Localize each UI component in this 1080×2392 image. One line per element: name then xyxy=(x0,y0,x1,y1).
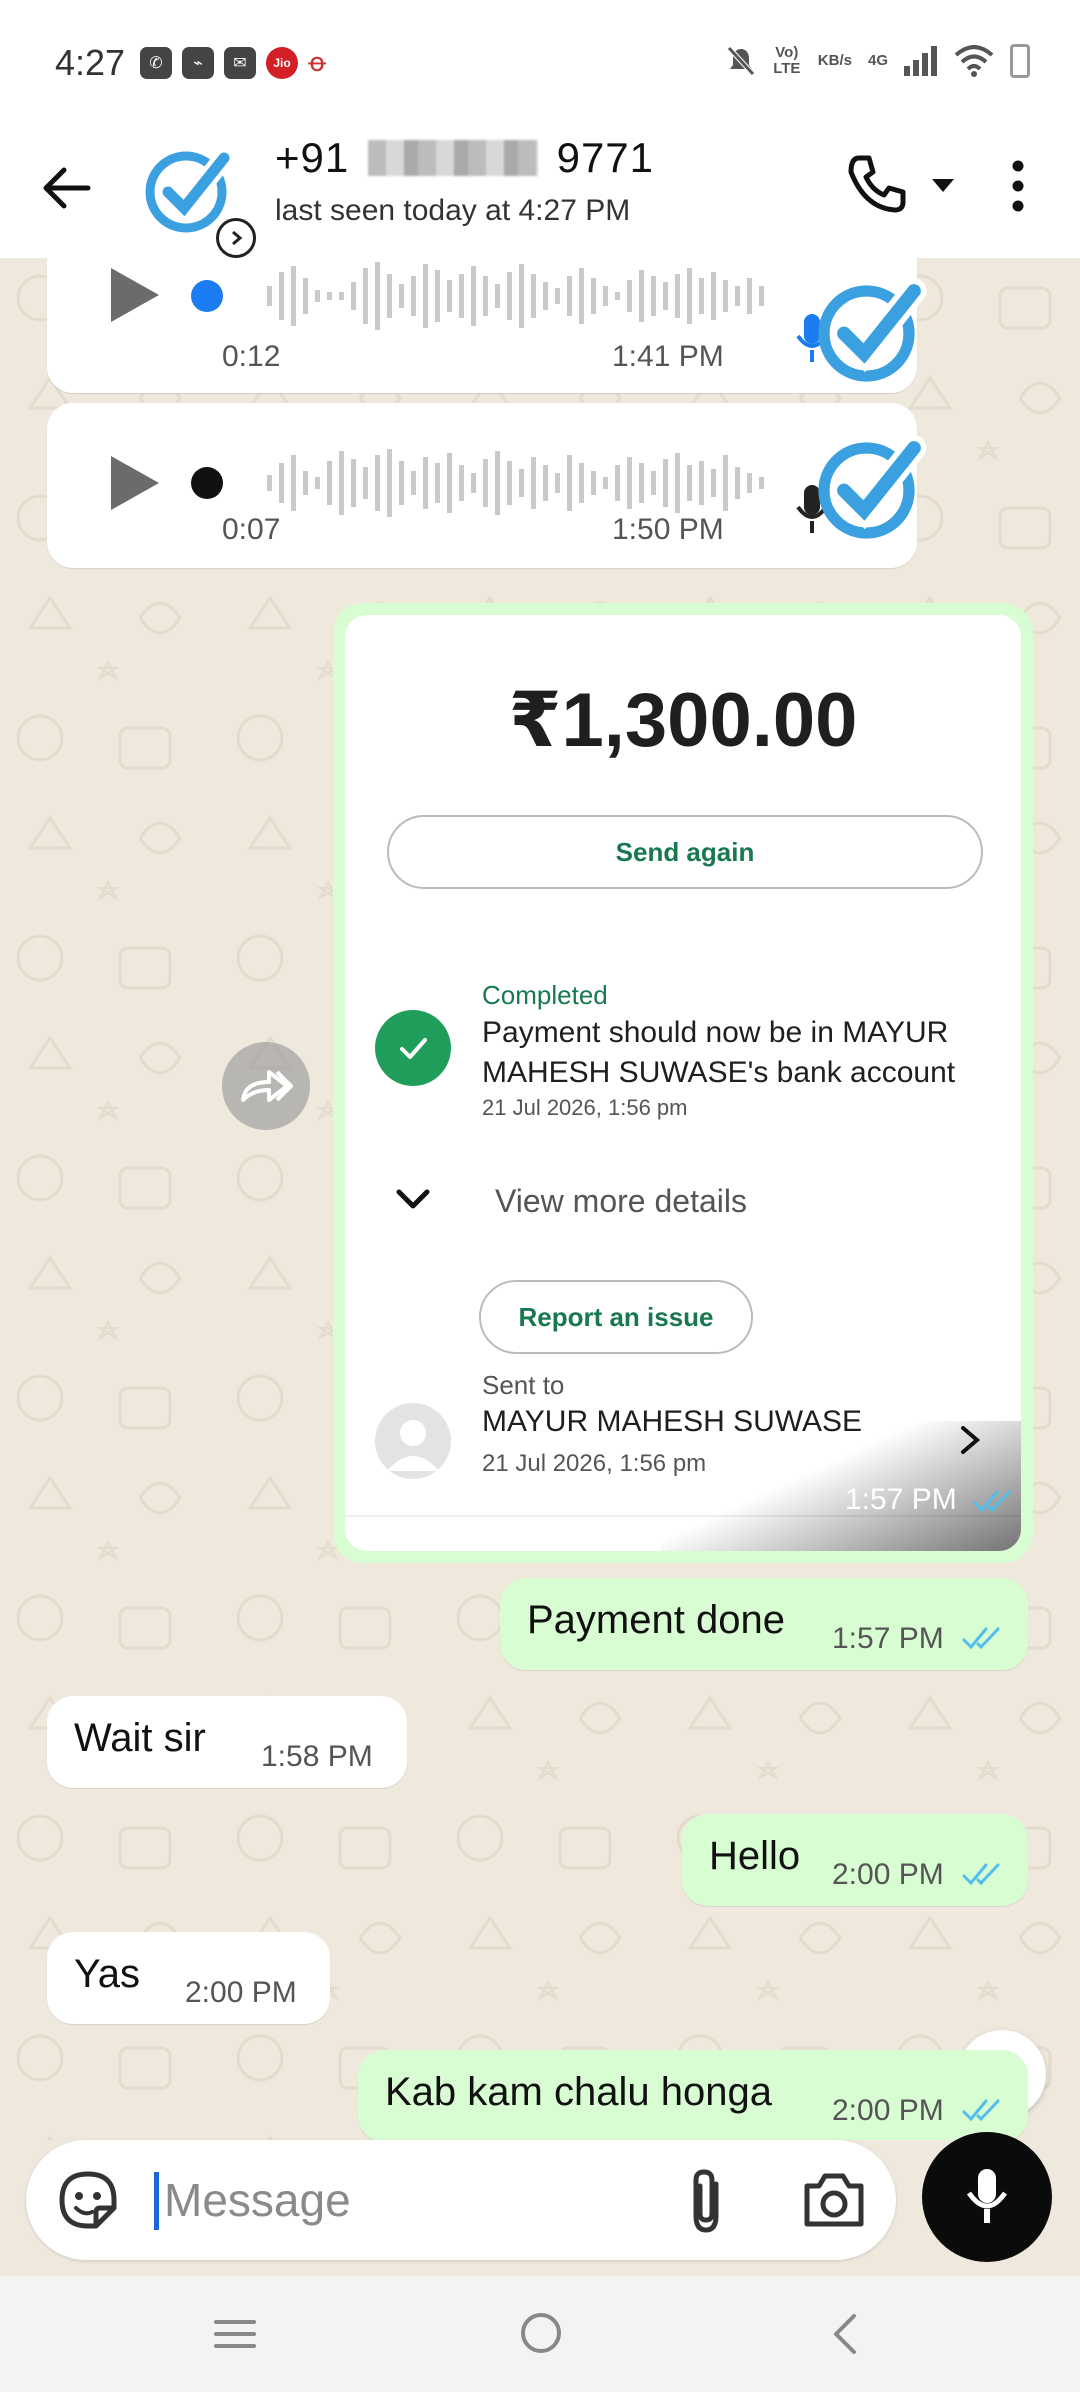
voice-sender-avatar-icon xyxy=(818,278,927,382)
incoming-message[interactable]: Yas 2:00 PM xyxy=(47,1932,330,2024)
contact-avatar[interactable] xyxy=(140,140,256,258)
contact-name[interactable]: +91 9771 xyxy=(275,134,654,182)
voice-sender-avatar-icon xyxy=(818,435,927,539)
status-bar: 4:27 ✆ ⌁ ✉ Jio ꝋ Vo) LTE KB/s 4G xyxy=(0,0,1080,120)
message-input[interactable] xyxy=(154,2162,644,2238)
voice-record-button[interactable] xyxy=(922,2132,1052,2262)
contact-name-suffix: 9771 xyxy=(556,134,655,181)
playhead-dot[interactable] xyxy=(191,467,223,499)
voice-message[interactable]: 0:07 1:50 PM xyxy=(47,403,927,568)
outgoing-message[interactable]: Hello 2:00 PM xyxy=(682,1814,1028,1906)
mic-icon xyxy=(966,2169,1008,2223)
message-time: 2:00 PM xyxy=(832,2094,944,2127)
gallery-app-icon: ⌁ xyxy=(182,47,214,79)
call-icon[interactable] xyxy=(845,152,909,216)
chat-area[interactable]: 0:12 1:41 PM 0:07 1:50 PM ₹1,300.00 Send… xyxy=(0,258,1080,2140)
send-again-button[interactable]: Send again xyxy=(387,815,983,889)
outgoing-message[interactable]: Kab kam chalu honga 2:00 PM xyxy=(358,2050,1028,2140)
dropdown-caret-icon[interactable] xyxy=(928,170,958,200)
phone-app-icon: ✆ xyxy=(140,47,172,79)
message-text: Hello xyxy=(709,1834,801,1878)
message-time: 1:41 PM xyxy=(612,340,724,373)
read-ticks-icon xyxy=(962,1863,1000,1886)
incoming-message[interactable]: Wait sir 1:58 PM xyxy=(47,1696,407,1788)
voice-duration: 0:12 xyxy=(222,340,281,373)
message-text: Wait sir xyxy=(74,1716,206,1760)
wifi-icon xyxy=(954,45,994,77)
waveform[interactable] xyxy=(267,443,767,523)
payment-date: 21 Jul 2026, 1:56 pm xyxy=(482,1095,688,1120)
view-more-details-link[interactable]: View more details xyxy=(495,1183,747,1220)
system-nav-bar xyxy=(0,2276,1080,2392)
sticker-icon[interactable] xyxy=(56,2168,120,2232)
back-arrow-icon[interactable] xyxy=(36,158,96,218)
notification-icons: ✆ ⌁ ✉ Jio ꝋ xyxy=(140,47,326,79)
jio-app-icon: Jio xyxy=(266,47,298,79)
recipient-avatar xyxy=(375,1403,451,1479)
status-badge-icon xyxy=(216,218,256,258)
message-text: Yas xyxy=(74,1952,140,1996)
read-ticks-icon xyxy=(962,1627,1000,1650)
voice-message[interactable]: 0:12 1:41 PM xyxy=(47,258,927,393)
completed-check-icon xyxy=(375,1010,451,1086)
read-ticks-icon xyxy=(962,2099,1000,2122)
outgoing-message[interactable]: Payment done 1:57 PM xyxy=(500,1578,1028,1670)
message-time: 1:50 PM xyxy=(612,513,724,546)
camera-icon[interactable] xyxy=(801,2168,867,2232)
status-time: 4:27 xyxy=(55,42,126,83)
battery-icon xyxy=(1010,44,1030,78)
signal-icon xyxy=(904,46,937,76)
message-text: Payment done xyxy=(527,1598,785,1642)
playhead-dot[interactable] xyxy=(191,280,223,312)
payment-card[interactable]: ₹1,300.00 Send again Completed Payment s… xyxy=(345,615,1021,1551)
payment-amount: ₹1,300.00 xyxy=(508,678,858,763)
redacted-number xyxy=(367,140,538,176)
message-time: 1:57 PM xyxy=(832,1622,944,1655)
snail-app-icon: ꝋ xyxy=(308,47,327,77)
play-icon[interactable] xyxy=(97,260,167,330)
message-text: Kab kam chalu honga xyxy=(385,2070,772,2114)
message-time: 1:58 PM xyxy=(261,1740,373,1773)
recents-icon[interactable] xyxy=(212,2314,258,2354)
person-icon xyxy=(387,1420,439,1471)
forward-button[interactable] xyxy=(222,1042,310,1130)
payment-status: Completed xyxy=(482,980,608,1010)
payment-message[interactable]: ₹1,300.00 Send again Completed Payment s… xyxy=(333,603,1033,1563)
attach-icon[interactable] xyxy=(676,2166,736,2236)
message-time: 2:00 PM xyxy=(832,1858,944,1891)
payment-description: Payment should now be in MAYUR MAHESH SU… xyxy=(482,1016,956,1089)
last-seen-status: last seen today at 4:27 PM xyxy=(275,194,631,227)
message-time: 1:57 PM xyxy=(845,1483,957,1516)
system-status-icons: Vo) LTE KB/s 4G xyxy=(726,44,1030,78)
message-time: 2:00 PM xyxy=(185,1976,297,2009)
mail-app-icon: ✉ xyxy=(224,47,256,79)
waveform[interactable] xyxy=(267,258,767,336)
voice-duration: 0:07 xyxy=(222,513,281,546)
network-label: 4G xyxy=(867,52,888,69)
play-icon[interactable] xyxy=(97,448,167,518)
contact-name-prefix: +91 xyxy=(275,134,350,181)
chevron-down-icon[interactable] xyxy=(393,1180,433,1220)
report-issue-button[interactable]: Report an issue xyxy=(479,1280,753,1354)
forward-icon xyxy=(241,1070,293,1102)
volte-label: Vo) LTE xyxy=(773,44,801,77)
back-icon[interactable] xyxy=(830,2312,860,2356)
mute-icon xyxy=(726,46,755,76)
read-ticks-icon xyxy=(973,1490,1011,1513)
timestamp-shade xyxy=(661,1421,1021,1551)
sent-to-label: Sent to xyxy=(482,1370,565,1400)
chat-header: +91 9771 last seen today at 4:27 PM xyxy=(0,120,1080,258)
home-icon[interactable] xyxy=(518,2310,564,2356)
message-composer xyxy=(26,2140,896,2260)
more-vert-icon[interactable] xyxy=(996,154,1040,218)
speed-label: KB/s xyxy=(817,52,852,69)
